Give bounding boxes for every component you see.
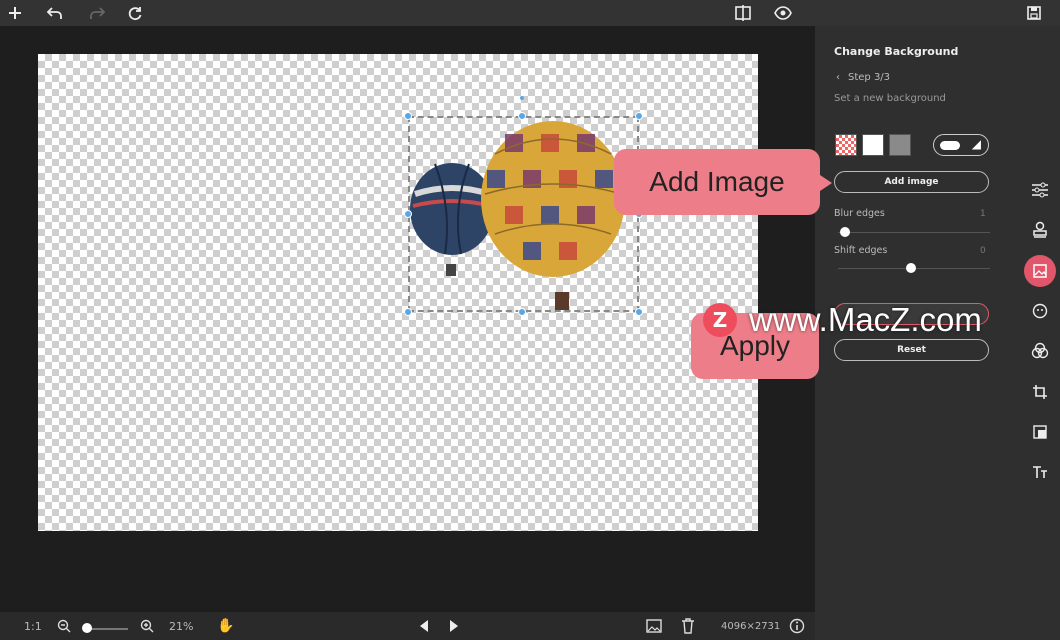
- save-icon[interactable]: [1023, 2, 1045, 24]
- step-subtitle: Set a new background: [834, 93, 946, 104]
- blur-edges-track[interactable]: [838, 232, 990, 233]
- selection-box[interactable]: [408, 116, 639, 312]
- image-dimensions: 4096×2731: [721, 620, 781, 632]
- ratio-button[interactable]: 1:1: [24, 617, 42, 635]
- paint-bucket-icon: ◢: [971, 137, 981, 151]
- refresh-icon[interactable]: [124, 2, 146, 24]
- previous-icon[interactable]: [414, 616, 434, 636]
- rotate-handle[interactable]: [520, 96, 524, 100]
- shift-edges-knob[interactable]: [906, 263, 916, 273]
- reset-button[interactable]: Reset: [834, 339, 989, 361]
- white-swatch[interactable]: [862, 134, 884, 156]
- step-label: Step 3/3: [848, 72, 891, 83]
- panel-title: Change Background: [834, 45, 959, 58]
- resize-handle[interactable]: [635, 308, 643, 316]
- info-icon[interactable]: [787, 616, 807, 636]
- hand-icon[interactable]: ✋: [216, 616, 236, 636]
- zoom-in-icon[interactable]: [137, 616, 157, 636]
- watermark: Z www.MacZ.com: [703, 300, 982, 340]
- color-picker-toggle[interactable]: ◢: [933, 134, 989, 156]
- transparent-swatch[interactable]: [835, 134, 857, 156]
- image-icon[interactable]: [644, 616, 664, 636]
- chevron-left-icon[interactable]: ‹: [836, 72, 840, 83]
- resize-handle[interactable]: [635, 112, 643, 120]
- resize-icon[interactable]: [1024, 416, 1056, 448]
- resize-handle[interactable]: [518, 112, 526, 120]
- crop-icon[interactable]: [1024, 376, 1056, 408]
- compare-icon[interactable]: [732, 2, 754, 24]
- resize-handle[interactable]: [404, 210, 412, 218]
- image-canvas[interactable]: [38, 54, 758, 531]
- zoom-level: 21%: [169, 619, 194, 633]
- add-image-callout: Add Image: [614, 149, 832, 215]
- resize-handle[interactable]: [518, 308, 526, 316]
- toggle-pill: [940, 141, 960, 150]
- add-image-button[interactable]: Add image: [834, 171, 989, 193]
- shift-edges-value: 0: [980, 246, 986, 256]
- undo-icon[interactable]: [44, 2, 66, 24]
- zoom-out-icon[interactable]: [54, 616, 74, 636]
- watermark-logo: Z: [703, 303, 737, 337]
- blur-edges-knob[interactable]: [840, 227, 850, 237]
- eye-icon[interactable]: [772, 2, 794, 24]
- next-icon[interactable]: [444, 616, 464, 636]
- watermark-text: www.MacZ.com: [749, 301, 982, 338]
- adjust-sliders-icon[interactable]: [1024, 174, 1056, 206]
- gray-swatch[interactable]: [889, 134, 911, 156]
- stamp-icon[interactable]: [1024, 214, 1056, 246]
- text-icon[interactable]: [1024, 456, 1056, 488]
- filters-icon[interactable]: [1024, 335, 1056, 367]
- add-icon[interactable]: [4, 2, 26, 24]
- shift-edges-label: Shift edges: [834, 245, 888, 256]
- face-icon[interactable]: [1024, 295, 1056, 327]
- resize-handle[interactable]: [404, 112, 412, 120]
- trash-icon[interactable]: [678, 616, 698, 636]
- background-image-icon[interactable]: [1024, 255, 1056, 287]
- zoom-slider-knob[interactable]: [82, 623, 92, 633]
- step-indicator[interactable]: ‹ Step 3/3: [836, 72, 890, 83]
- resize-handle[interactable]: [404, 308, 412, 316]
- redo-icon[interactable]: [86, 2, 108, 24]
- blur-edges-value: 1: [980, 209, 986, 219]
- blur-edges-label: Blur edges: [834, 208, 885, 219]
- top-toolbar: [0, 0, 1060, 26]
